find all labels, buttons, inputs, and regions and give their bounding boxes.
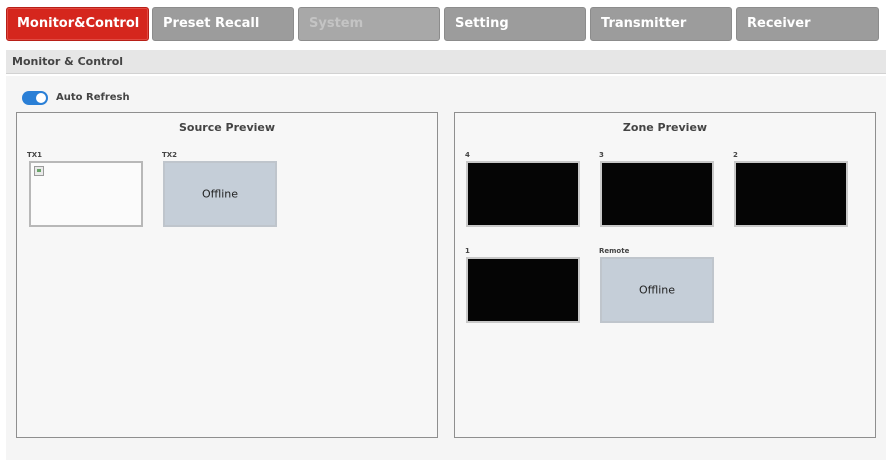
zone-label-4: 4	[465, 151, 470, 159]
zone-tile-2[interactable]	[734, 161, 848, 227]
broken-image-icon	[34, 166, 44, 176]
tab-receiver[interactable]: Receiver	[736, 7, 879, 41]
tab-system[interactable]: System	[298, 7, 440, 41]
zone-tile-3[interactable]	[600, 161, 714, 227]
zone-label-2: 2	[733, 151, 738, 159]
tab-transmitter[interactable]: Transmitter	[590, 7, 732, 41]
source-tile-tx2[interactable]: Offline	[163, 161, 277, 227]
source-tile-tx1[interactable]	[29, 161, 143, 227]
tab-bar: Monitor&Control Preset Recall System Set…	[0, 0, 890, 46]
offline-label: Offline	[201, 187, 239, 201]
tab-setting[interactable]: Setting	[444, 7, 586, 41]
zone-label-remote: Remote	[599, 247, 630, 255]
zone-label-1: 1	[465, 247, 470, 255]
auto-refresh-toggle[interactable]	[22, 91, 48, 105]
zone-preview-title: Zone Preview	[622, 121, 708, 134]
source-label-tx1: TX1	[27, 151, 43, 159]
tab-monitor-control[interactable]: Monitor&Control	[6, 7, 149, 41]
zone-tile-4[interactable]	[466, 161, 580, 227]
source-preview-panel: Source Preview TX1 TX2 Offline	[16, 112, 438, 438]
zone-label-3: 3	[599, 151, 604, 159]
zone-tile-remote[interactable]: Offline	[600, 257, 714, 323]
zone-tile-1[interactable]	[466, 257, 580, 323]
zone-preview-panel: Zone Preview 4 3 2 1 Remote Offline	[454, 112, 876, 438]
offline-label: Offline	[638, 283, 676, 297]
section-title: Monitor & Control	[12, 55, 124, 68]
source-preview-title: Source Preview	[178, 121, 276, 134]
source-label-tx2: TX2	[162, 151, 178, 159]
toggle-knob	[36, 93, 46, 103]
tab-preset-recall[interactable]: Preset Recall	[152, 7, 294, 41]
section-header: Monitor & Control	[6, 50, 886, 74]
auto-refresh-label: Auto Refresh	[56, 92, 130, 103]
